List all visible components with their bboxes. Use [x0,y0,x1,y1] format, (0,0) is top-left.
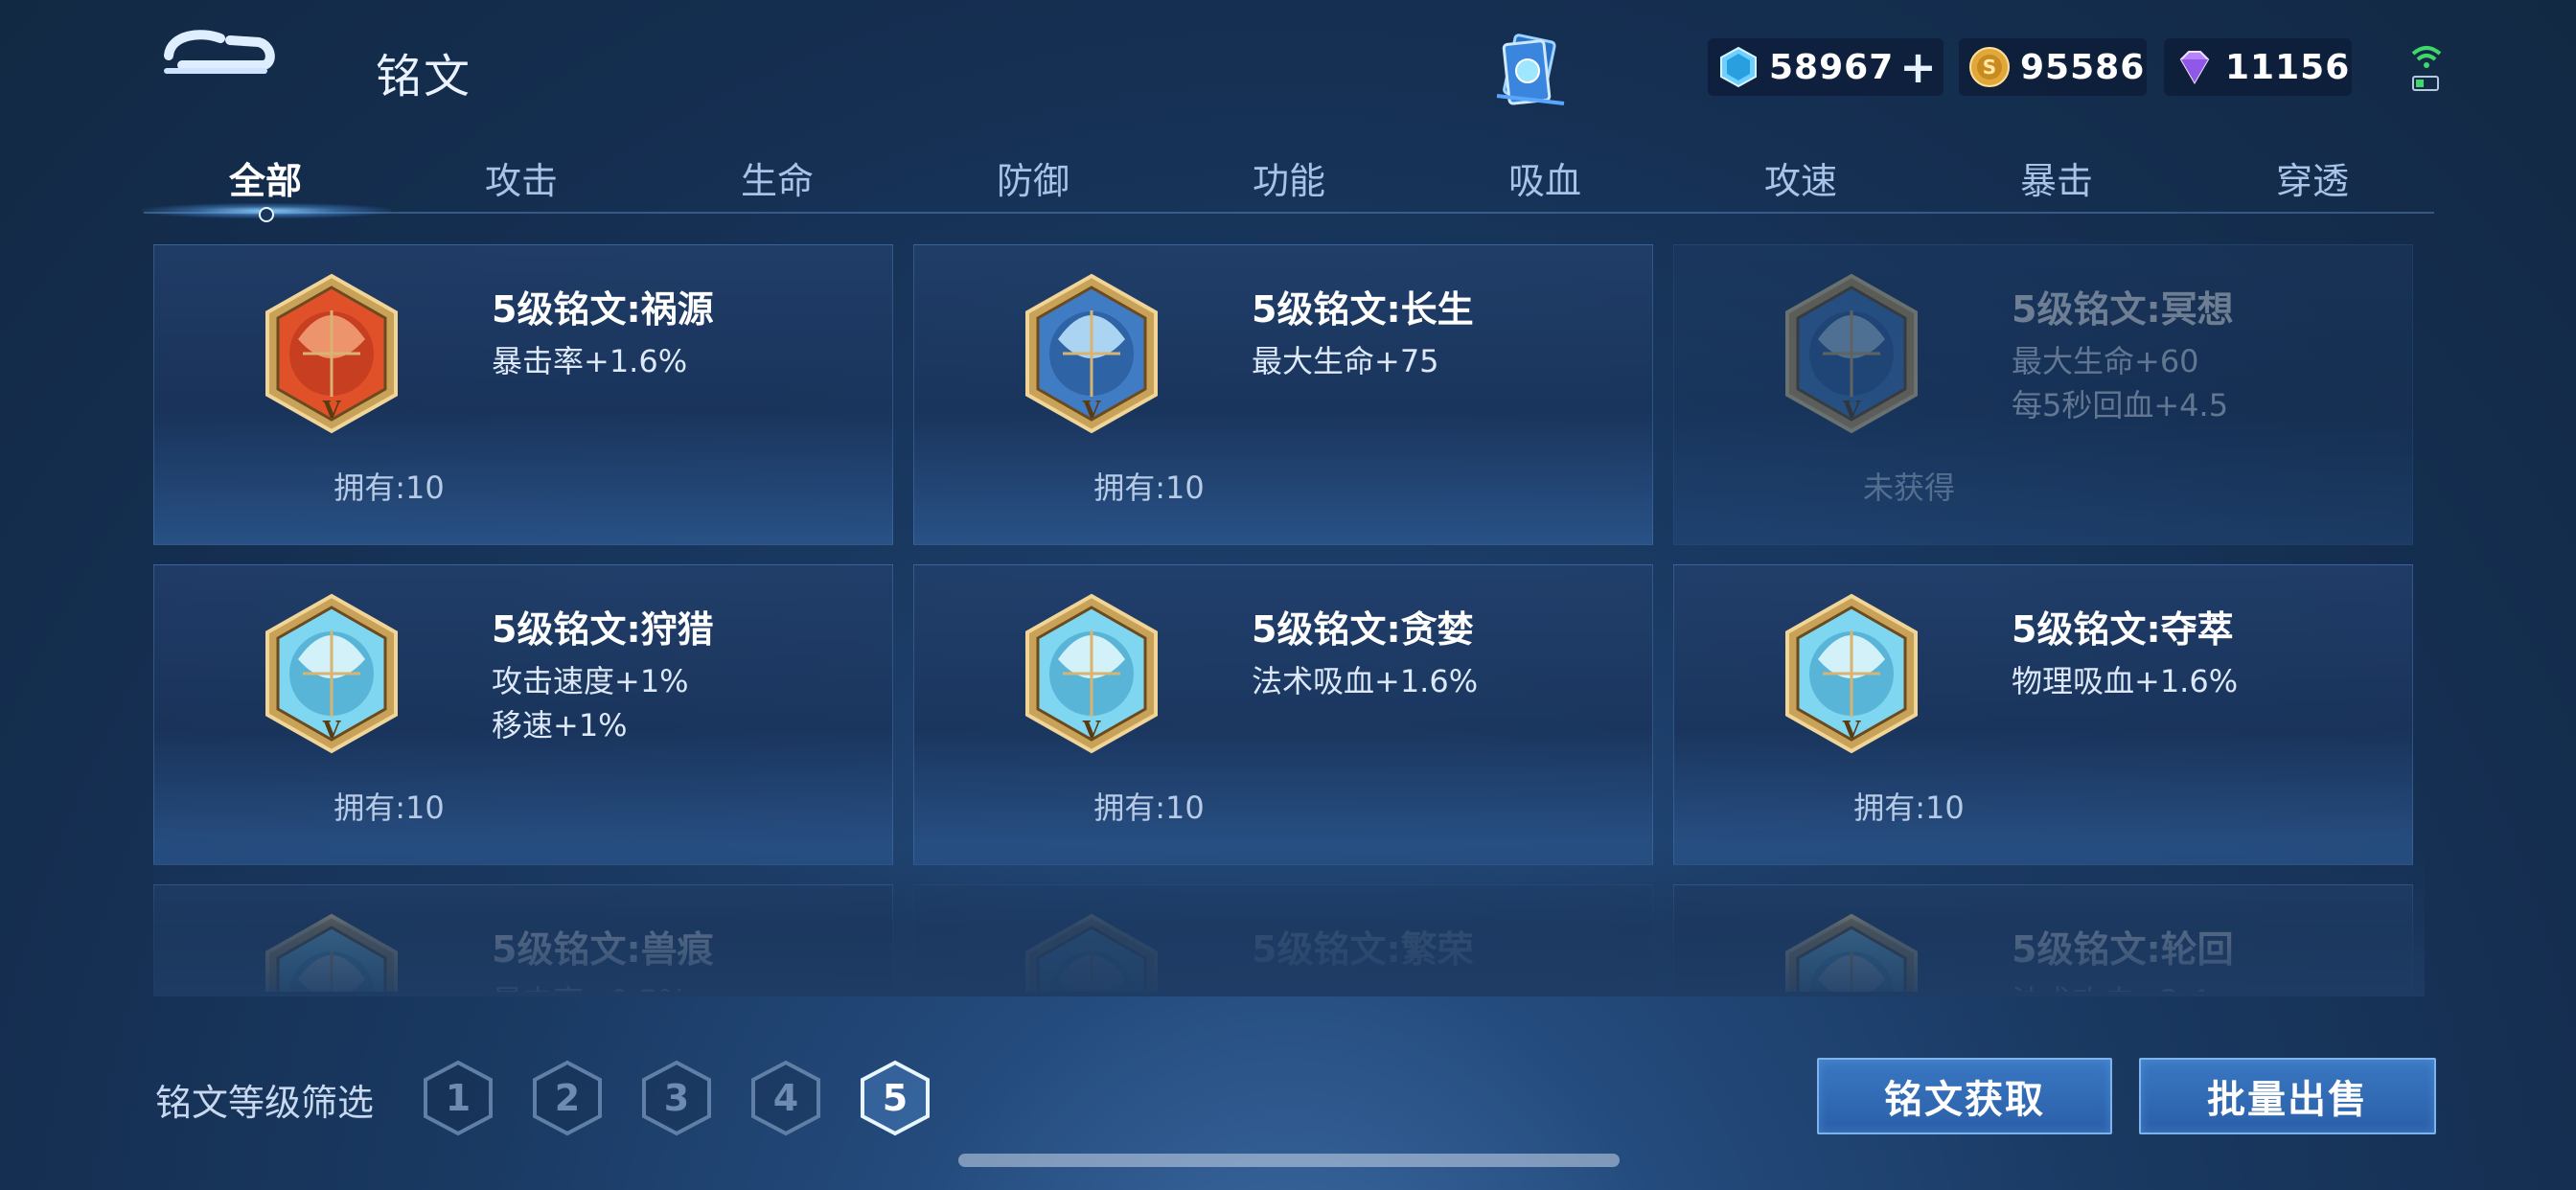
rune-name: 5级铭文:长生 [1252,288,1474,331]
rune-emblem-icon: V [1780,912,1923,992]
add-gem-button[interactable]: + [1899,41,1937,93]
rune-owned-count: 拥有:10 [334,469,445,506]
svg-text:V: V [322,396,341,423]
rune-name: 5级铭文:冥想 [2012,288,2234,331]
level-filter-label: 4 [772,1077,799,1119]
rune-card[interactable]: V 5级铭文:夺萃物理吸血+1.6% 拥有:10 [1673,564,2413,865]
gem-amount: 58967 [1769,47,1895,87]
level-filter-2[interactable]: 2 [531,1060,604,1136]
rune-name: 5级铭文:繁荣 [1252,928,1474,971]
rune-stat: 物理吸血+1.6% [2012,663,2239,699]
tab-utility[interactable]: 功能 [1253,151,1325,204]
active-tab-marker [259,207,274,222]
rune-emblem-icon: V [1020,592,1163,755]
rune-owned-count: 未获得 [1862,469,1955,506]
rune-book-icon[interactable] [1487,29,1574,115]
rune-stat: 最大生命+75 [1252,343,1439,379]
rune-stat: 暴击率+0.5% [492,977,687,992]
rune-stat: 最大生命+60 [2012,343,2199,379]
rune-name: 5级铭文:贪婪 [1252,608,1474,651]
rune-owned-count: 拥有:10 [1853,790,1965,826]
rune-name: 5级铭文:轮回 [2012,928,2234,971]
diamond-balance: 11156 [2164,38,2352,96]
rune-stat: 移速+1% [492,707,628,744]
tab-divider [144,212,2434,214]
rune-card[interactable]: V 5级铭文:长生最大生命+75 拥有:10 [913,244,1653,545]
rune-card[interactable]: V 5级铭文:狩猎攻击速度+1% 移速+1% 拥有:10 [153,564,893,865]
network-status-icon [2411,46,2442,91]
rune-card[interactable]: V 5级铭文:贪婪法术吸血+1.6% 拥有:10 [913,564,1653,865]
rune-card[interactable]: V 5级铭文:兽痕暴击率+0.5% [153,884,893,992]
level-filter-4[interactable]: 4 [749,1060,822,1136]
rune-emblem-icon: V [1020,272,1163,435]
rune-owned-count: 拥有:10 [334,790,445,826]
level-filter-label: 5 [882,1077,908,1119]
rune-emblem-icon: V [1780,272,1923,435]
tab-crit[interactable]: 暴击 [2020,151,2093,204]
rune-card[interactable]: V 5级铭文:轮回法术攻击+2.4 [1673,884,2413,992]
rune-stat: 法术吸血+1.6% [1252,663,1479,699]
tab-attack-speed[interactable]: 攻速 [1764,151,1837,204]
gold-coin-icon: S [1969,47,2010,87]
home-indicator [958,1154,1620,1167]
svg-text:S: S [1983,56,1996,79]
level-filter-1[interactable]: 1 [422,1060,494,1136]
category-tabs: 全部 攻击 生命 防御 功能 吸血 攻速 暴击 穿透 [144,144,2434,220]
back-icon[interactable] [163,27,278,94]
rune-name: 5级铭文:祸源 [492,288,714,331]
level-filter-label: 1 [445,1077,472,1119]
rune-grid[interactable]: V 5级铭文:祸源暴击率+1.6% 拥有:10 V 5级铭文:长生最大生命+75 拥… [153,244,2425,992]
svg-text:V: V [1842,716,1861,744]
tab-penetration[interactable]: 穿透 [2276,151,2349,204]
gold-amount: 95586 [2020,47,2146,87]
get-rune-button[interactable]: 铭文获取 [1817,1058,2112,1134]
level-filter-label: 铭文等级筛选 [155,1082,375,1124]
gold-balance: S 95586 [1959,38,2147,96]
rune-owned-count: 拥有:10 [1093,790,1205,826]
rune-stat: 每5秒回血+4.5 [2012,387,2229,423]
rune-card[interactable]: V 5级铭文:祸源暴击率+1.6% 拥有:10 [153,244,893,545]
rune-stat: 暴击率+1.6% [492,343,688,379]
level-filter-3[interactable]: 3 [640,1060,713,1136]
rune-emblem-icon: V [260,592,403,755]
rune-card[interactable]: V 5级铭文:冥想最大生命+60 每5秒回血+4.5 未获得 [1673,244,2413,545]
svg-text:V: V [322,716,341,744]
rune-stat: 法术攻击+2.4 [2012,977,2209,992]
svg-text:V: V [1082,716,1101,744]
svg-text:V: V [1082,396,1101,423]
rune-name: 5级铭文:兽痕 [492,928,714,971]
tab-all[interactable]: 全部 [229,151,302,204]
rune-emblem-icon: V [260,272,403,435]
rune-emblem-icon: V [1020,912,1163,992]
diamond-amount: 11156 [2225,47,2351,87]
gem-balance: 58967 + [1708,38,1944,96]
rune-emblem-icon: V [1780,592,1923,755]
tab-lifesteal[interactable]: 吸血 [1508,151,1581,204]
rune-owned-count: 拥有:10 [1093,469,1205,506]
bulk-sell-button[interactable]: 批量出售 [2139,1058,2436,1134]
gem-icon [1720,46,1757,88]
level-filter-label: 2 [554,1077,581,1119]
rune-name: 5级铭文:夺萃 [2012,608,2234,651]
diamond-icon [2179,51,2210,84]
tab-defense[interactable]: 防御 [997,151,1070,204]
tab-attack[interactable]: 攻击 [485,151,558,204]
rune-card[interactable]: V 5级铭文:繁荣 [913,884,1653,992]
rune-name: 5级铭文:狩猎 [492,608,714,651]
level-filter-5[interactable]: 5 [859,1060,932,1136]
page-title: 铭文 [376,50,472,103]
tab-health[interactable]: 生命 [741,151,814,204]
level-filter-label: 3 [663,1077,690,1119]
svg-text:V: V [1842,396,1861,423]
rune-stat: 攻击速度+1% [492,663,689,699]
rune-emblem-icon: V [260,912,403,992]
